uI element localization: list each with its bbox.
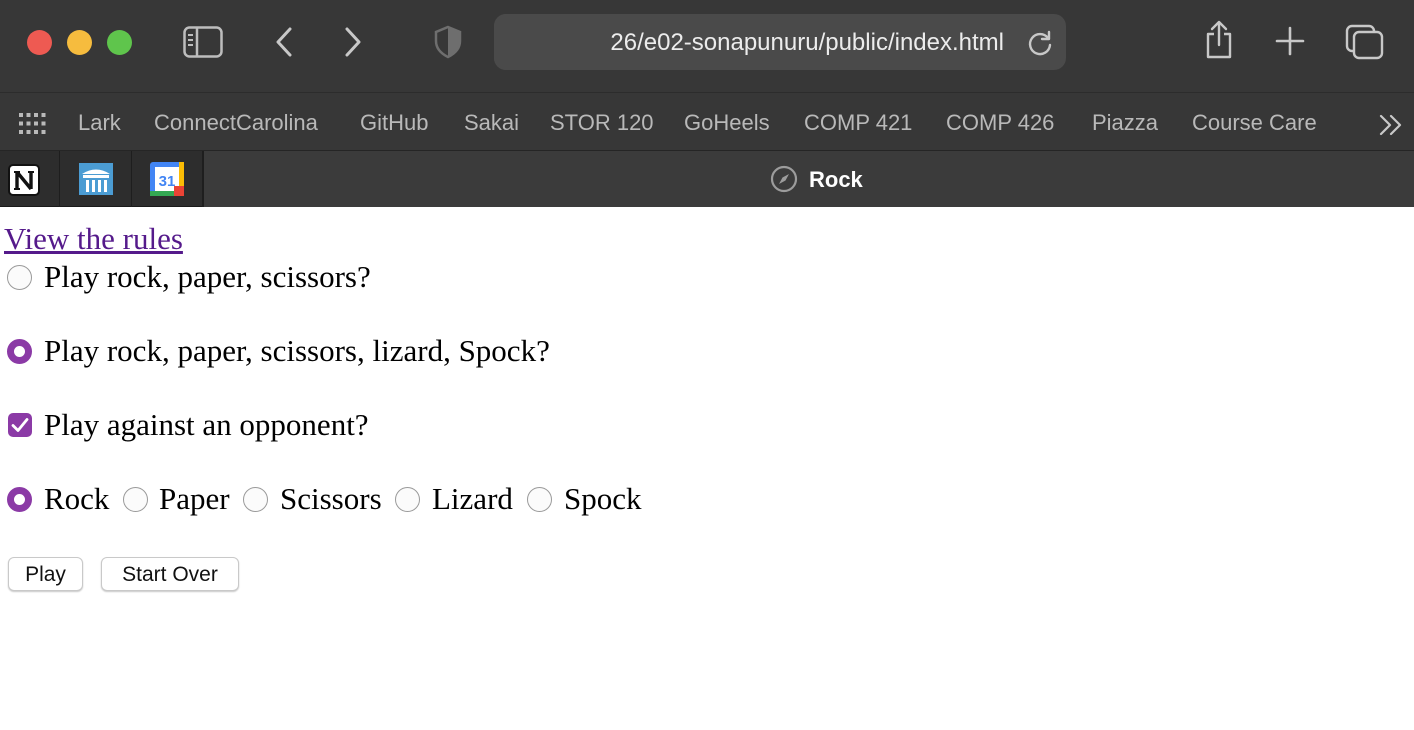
pinned-tab-notion[interactable] (0, 151, 60, 207)
move-paper-label: Paper (159, 481, 230, 516)
unc-building-icon (79, 163, 113, 195)
favorite-sakai[interactable]: Sakai (464, 93, 519, 151)
checkmark-icon (11, 418, 29, 432)
mode-rpsls-radio[interactable] (7, 339, 32, 364)
opponent-option[interactable]: Play against an opponent? (0, 407, 400, 443)
address-bar[interactable]: 26/e02-sonapunuru/public/index.html (494, 14, 1066, 70)
move-rock-radio[interactable] (7, 487, 32, 512)
privacy-shield-icon[interactable] (433, 25, 463, 59)
favorite-stor-120[interactable]: STOR 120 (550, 93, 654, 151)
move-paper-radio[interactable] (123, 487, 148, 512)
move-scissors-label: Scissors (280, 481, 382, 516)
move-scissors-radio[interactable] (243, 487, 268, 512)
tab-overview-icon[interactable] (1345, 24, 1385, 60)
mode-rps-label: Play rock, paper, scissors? (44, 259, 371, 294)
favorite-course-care[interactable]: Course Care (1192, 93, 1317, 151)
opponent-checkbox[interactable] (8, 413, 32, 437)
mode-option-rps[interactable]: Play rock, paper, scissors? (0, 259, 400, 295)
apps-grid-icon[interactable] (19, 113, 46, 134)
close-window-button[interactable] (27, 30, 52, 55)
mode-rpsls-label: Play rock, paper, scissors, lizard, Spoc… (44, 333, 550, 368)
favorite-comp-426[interactable]: COMP 426 (946, 93, 1054, 151)
calendar-icon: 31 (150, 162, 184, 196)
favorite-github[interactable]: GitHub (360, 93, 428, 151)
more-favorites-chevron-icon[interactable] (1379, 114, 1403, 136)
play-button[interactable]: Play (8, 557, 83, 591)
share-icon[interactable] (1203, 20, 1235, 60)
move-options: Rock Paper Scissors Lizard Spock (0, 481, 700, 517)
active-tab[interactable]: Rock (203, 151, 1414, 207)
move-spock-label: Spock (564, 481, 642, 516)
pinned-tab-unc[interactable] (60, 151, 132, 207)
move-spock-radio[interactable] (527, 487, 552, 512)
mode-rps-radio[interactable] (7, 265, 32, 290)
favorite-piazza[interactable]: Piazza (1092, 93, 1158, 151)
mode-option-rpsls[interactable]: Play rock, paper, scissors, lizard, Spoc… (0, 333, 600, 369)
tab-bar: 31 Rock (0, 150, 1414, 207)
zoom-window-button[interactable] (107, 30, 132, 55)
calendar-day-number: 31 (159, 173, 176, 190)
favorite-lark[interactable]: Lark (78, 93, 121, 151)
opponent-label: Play against an opponent? (44, 407, 369, 442)
forward-icon[interactable] (342, 26, 364, 58)
favorite-connectcarolina[interactable]: ConnectCarolina (154, 93, 318, 151)
reload-icon[interactable] (1026, 29, 1054, 57)
move-rock-label: Rock (44, 481, 110, 516)
pinned-tab-calendar[interactable]: 31 (132, 151, 203, 207)
favorite-comp-421[interactable]: COMP 421 (804, 93, 912, 151)
notion-icon (8, 164, 40, 196)
move-lizard-radio[interactable] (395, 487, 420, 512)
move-lizard-label: Lizard (432, 481, 513, 516)
favorite-goheels[interactable]: GoHeels (684, 93, 770, 151)
browser-toolbar: 26/e02-sonapunuru/public/index.html (0, 0, 1414, 92)
back-icon[interactable] (273, 26, 295, 58)
new-tab-icon[interactable] (1275, 26, 1305, 56)
favorites-bar: Lark ConnectCarolina GitHub Sakai STOR 1… (0, 92, 1414, 150)
page-content: View the rules Play rock, paper, scissor… (0, 207, 1414, 730)
minimize-window-button[interactable] (67, 30, 92, 55)
compass-icon (770, 165, 798, 193)
start-over-button[interactable]: Start Over (101, 557, 239, 591)
view-rules-link[interactable]: View the rules (4, 221, 183, 257)
url-fade (494, 14, 584, 70)
active-tab-title: Rock (809, 167, 863, 192)
sidebar-icon[interactable] (183, 26, 223, 58)
